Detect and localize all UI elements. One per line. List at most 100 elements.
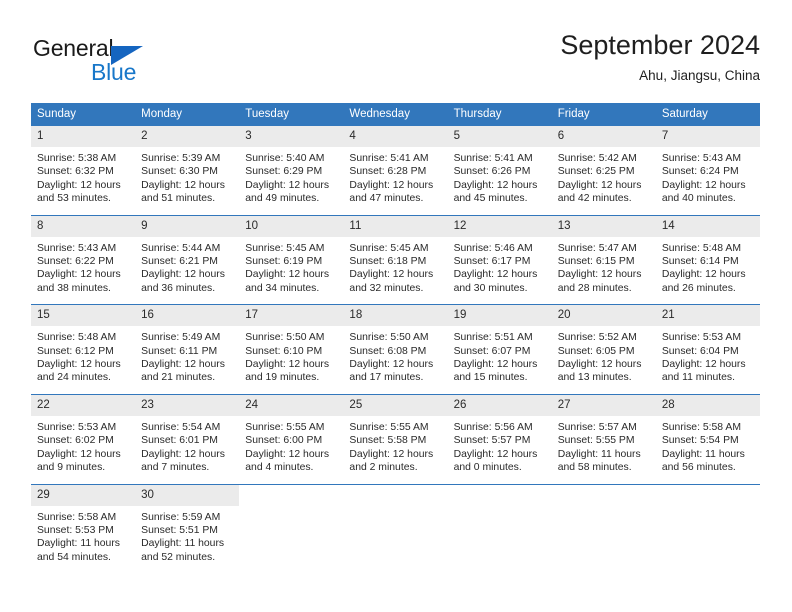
calendar-day-cell[interactable]: 24 Sunrise: 5:55 AM Sunset: 6:00 PM Dayligh… xyxy=(239,393,344,484)
calendar-day-cell[interactable]: 1 Sunrise: 5:38 AM Sunset: 6:32 PM Daylight… xyxy=(31,126,136,216)
day-number: 19 xyxy=(447,305,552,327)
calendar-day-cell[interactable]: 15 Sunrise: 5:48 AM Sunset: 6:12 PM Dayligh… xyxy=(31,304,136,395)
day-number: 22 xyxy=(31,394,136,416)
sunset-time: Sunset: 6:15 PM xyxy=(557,256,635,268)
sunset-time: Sunset: 6:05 PM xyxy=(557,345,635,357)
daylight-duration-line2: and 56 minutes. xyxy=(661,462,736,474)
weekday-header-wednesday: Wednesday xyxy=(343,103,448,126)
calendar-day-cell[interactable]: 30 Sunrise: 5:59 AM Sunset: 5:51 PM Dayligh… xyxy=(135,483,240,574)
daylight-duration-line2: and 13 minutes. xyxy=(557,372,632,384)
calendar-day-cell-empty xyxy=(343,483,448,574)
day-number: 10 xyxy=(239,215,344,237)
daylight-duration-line2: and 28 minutes. xyxy=(557,282,632,294)
calendar-day-cell[interactable]: 27 Sunrise: 5:57 AM Sunset: 5:55 PM Dayligh… xyxy=(551,393,656,484)
sunset-time: Sunset: 6:24 PM xyxy=(661,166,739,178)
day-number: 13 xyxy=(551,215,656,237)
sunrise-time: Sunrise: 5:47 AM xyxy=(557,242,637,254)
weekday-header-monday: Monday xyxy=(135,103,240,126)
calendar-day-cell[interactable]: 18 Sunrise: 5:50 AM Sunset: 6:08 PM Dayligh… xyxy=(343,304,448,395)
calendar-day-cell[interactable]: 12 Sunrise: 5:46 AM Sunset: 6:17 PM Dayligh… xyxy=(447,214,552,305)
day-cell-details xyxy=(552,506,656,572)
daylight-duration-line1: Daylight: 12 hours xyxy=(661,269,746,281)
logo-text-blue: Blue xyxy=(91,59,137,85)
day-cell-details: Sunrise: 5:58 AM Sunset: 5:53 PM Daylight:… xyxy=(31,506,135,574)
title-block: September 2024 Ahu, Jiangsu, China xyxy=(560,28,760,86)
day-cell-details: Sunrise: 5:57 AM Sunset: 5:55 PM Daylight:… xyxy=(552,416,656,484)
daylight-duration-line1: Daylight: 12 hours xyxy=(245,448,330,460)
day-cell-details: Sunrise: 5:44 AM Sunset: 6:21 PM Daylight:… xyxy=(135,237,239,305)
daylight-duration-line1: Daylight: 11 hours xyxy=(141,538,225,550)
sunset-time: Sunset: 6:02 PM xyxy=(37,435,114,447)
day-number: 6 xyxy=(551,126,656,147)
page-title: September 2024 xyxy=(560,30,760,60)
sunset-time: Sunset: 6:07 PM xyxy=(453,345,531,357)
daylight-duration-line1: Daylight: 12 hours xyxy=(453,359,538,371)
sunset-time: Sunset: 6:12 PM xyxy=(37,345,114,357)
daylight-duration-line1: Daylight: 12 hours xyxy=(453,269,538,281)
calendar-day-cell[interactable]: 6 Sunrise: 5:42 AM Sunset: 6:25 PM Daylight… xyxy=(551,126,656,216)
daylight-duration-line2: and 15 minutes. xyxy=(453,372,528,384)
day-number: 17 xyxy=(239,305,344,327)
day-cell-details xyxy=(656,506,760,572)
calendar-day-cell[interactable]: 10 Sunrise: 5:45 AM Sunset: 6:19 PM Dayligh… xyxy=(239,214,344,305)
day-cell-details: Sunrise: 5:46 AM Sunset: 6:17 PM Daylight:… xyxy=(448,237,552,305)
calendar-day-cell[interactable]: 22 Sunrise: 5:53 AM Sunset: 6:02 PM Dayligh… xyxy=(31,393,136,484)
daylight-duration-line1: Daylight: 12 hours xyxy=(37,179,121,191)
calendar-day-cell[interactable]: 11 Sunrise: 5:45 AM Sunset: 6:18 PM Dayligh… xyxy=(343,214,448,305)
calendar-day-cell[interactable]: 16 Sunrise: 5:49 AM Sunset: 6:11 PM Dayligh… xyxy=(135,304,240,395)
daylight-duration-line1: Daylight: 12 hours xyxy=(245,179,330,191)
calendar-day-cell[interactable]: 19 Sunrise: 5:51 AM Sunset: 6:07 PM Dayligh… xyxy=(447,304,552,395)
sunrise-time: Sunrise: 5:38 AM xyxy=(37,153,117,164)
calendar-day-cell[interactable]: 5 Sunrise: 5:41 AM Sunset: 6:26 PM Daylight… xyxy=(447,126,552,216)
calendar-day-cell[interactable]: 28 Sunrise: 5:58 AM Sunset: 5:54 PM Dayligh… xyxy=(655,393,760,484)
calendar-day-cell[interactable]: 17 Sunrise: 5:50 AM Sunset: 6:10 PM Dayligh… xyxy=(239,304,344,395)
day-cell-details: Sunrise: 5:38 AM Sunset: 6:32 PM Daylight:… xyxy=(31,147,135,215)
day-cell-details: Sunrise: 5:49 AM Sunset: 6:11 PM Daylight:… xyxy=(135,326,239,394)
calendar-day-cell[interactable]: 3 Sunrise: 5:40 AM Sunset: 6:29 PM Daylight… xyxy=(239,126,344,216)
calendar-day-cell[interactable]: 25 Sunrise: 5:55 AM Sunset: 5:58 PM Dayligh… xyxy=(343,393,448,484)
calendar-day-cell[interactable]: 20 Sunrise: 5:52 AM Sunset: 6:05 PM Dayligh… xyxy=(551,304,656,395)
daylight-duration-line2: and 42 minutes. xyxy=(557,193,632,205)
day-number: 5 xyxy=(447,126,552,147)
sunrise-time: Sunrise: 5:50 AM xyxy=(245,332,325,344)
day-cell-details: Sunrise: 5:41 AM Sunset: 6:28 PM Daylight:… xyxy=(343,147,447,215)
calendar-day-cell[interactable]: 29 Sunrise: 5:58 AM Sunset: 5:53 PM Dayligh… xyxy=(31,483,136,574)
calendar-day-cell[interactable]: 14 Sunrise: 5:48 AM Sunset: 6:14 PM Dayligh… xyxy=(655,214,760,305)
weekday-header-row: Sunday Monday Tuesday Wednesday Thursday… xyxy=(31,103,760,126)
calendar-day-cell[interactable]: 9 Sunrise: 5:44 AM Sunset: 6:21 PM Daylight… xyxy=(135,214,240,305)
sunrise-time: Sunrise: 5:43 AM xyxy=(661,153,741,164)
sunrise-sunset-calendar-table: Sunday Monday Tuesday Wednesday Thursday… xyxy=(31,103,760,574)
calendar-day-cell[interactable]: 21 Sunrise: 5:53 AM Sunset: 6:04 PM Dayligh… xyxy=(655,304,760,395)
calendar-day-cell[interactable]: 8 Sunrise: 5:43 AM Sunset: 6:22 PM Daylight… xyxy=(31,214,136,305)
day-number xyxy=(655,484,760,506)
daylight-duration-line1: Daylight: 12 hours xyxy=(141,448,225,460)
page-subtitle-location: Ahu, Jiangsu, China xyxy=(639,68,760,83)
day-cell-details xyxy=(239,506,343,572)
day-number: 18 xyxy=(343,305,448,327)
calendar-day-cell[interactable]: 2 Sunrise: 5:39 AM Sunset: 6:30 PM Daylight… xyxy=(135,126,240,216)
day-number: 2 xyxy=(135,126,240,147)
day-number: 4 xyxy=(343,126,448,147)
calendar-day-cell[interactable]: 7 Sunrise: 5:43 AM Sunset: 6:24 PM Daylight… xyxy=(655,126,760,216)
sunrise-time: Sunrise: 5:40 AM xyxy=(245,153,325,164)
day-cell-details: Sunrise: 5:48 AM Sunset: 6:12 PM Daylight:… xyxy=(31,326,135,394)
daylight-duration-line2: and 9 minutes. xyxy=(37,462,106,474)
sunrise-time: Sunrise: 5:41 AM xyxy=(453,153,533,164)
daylight-duration-line1: Daylight: 12 hours xyxy=(141,359,225,371)
daylight-duration-line2: and 17 minutes. xyxy=(349,372,424,384)
day-cell-details: Sunrise: 5:43 AM Sunset: 6:24 PM Daylight:… xyxy=(656,147,760,215)
sunrise-time: Sunrise: 5:45 AM xyxy=(349,242,429,254)
sunset-time: Sunset: 6:29 PM xyxy=(245,166,323,178)
sunset-time: Sunset: 6:01 PM xyxy=(141,435,218,447)
sunset-time: Sunset: 5:55 PM xyxy=(557,435,635,447)
calendar-day-cell[interactable]: 4 Sunrise: 5:41 AM Sunset: 6:28 PM Daylight… xyxy=(343,126,448,216)
sunset-time: Sunset: 5:53 PM xyxy=(37,524,114,536)
calendar-day-cell[interactable]: 26 Sunrise: 5:56 AM Sunset: 5:57 PM Dayligh… xyxy=(447,393,552,484)
daylight-duration-line1: Daylight: 12 hours xyxy=(661,179,746,191)
daylight-duration-line1: Daylight: 11 hours xyxy=(661,448,745,460)
calendar-day-cell[interactable]: 13 Sunrise: 5:47 AM Sunset: 6:15 PM Dayligh… xyxy=(551,214,656,305)
calendar-day-cell[interactable]: 23 Sunrise: 5:54 AM Sunset: 6:01 PM Dayligh… xyxy=(135,393,240,484)
day-number: 27 xyxy=(551,394,656,416)
daylight-duration-line1: Daylight: 12 hours xyxy=(557,269,642,281)
daylight-duration-line2: and 2 minutes. xyxy=(349,462,418,474)
